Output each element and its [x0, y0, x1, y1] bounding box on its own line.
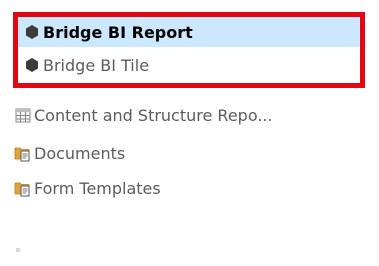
table-icon	[14, 106, 32, 124]
list-item-form-templates[interactable]: Form Templates	[14, 175, 366, 201]
list-item-label: Documents	[34, 143, 126, 163]
form-library-icon	[14, 179, 32, 197]
highlight-frame	[13, 12, 365, 88]
list-item-label: Form Templates	[34, 178, 161, 198]
list-item-documents[interactable]: Documents	[14, 140, 366, 166]
document-library-icon	[14, 144, 32, 162]
divider-mark	[16, 248, 20, 252]
list-item-label: Content and Structure Repo...	[34, 105, 273, 125]
list-item-content-and-structure[interactable]: Content and Structure Repo...	[14, 102, 366, 128]
